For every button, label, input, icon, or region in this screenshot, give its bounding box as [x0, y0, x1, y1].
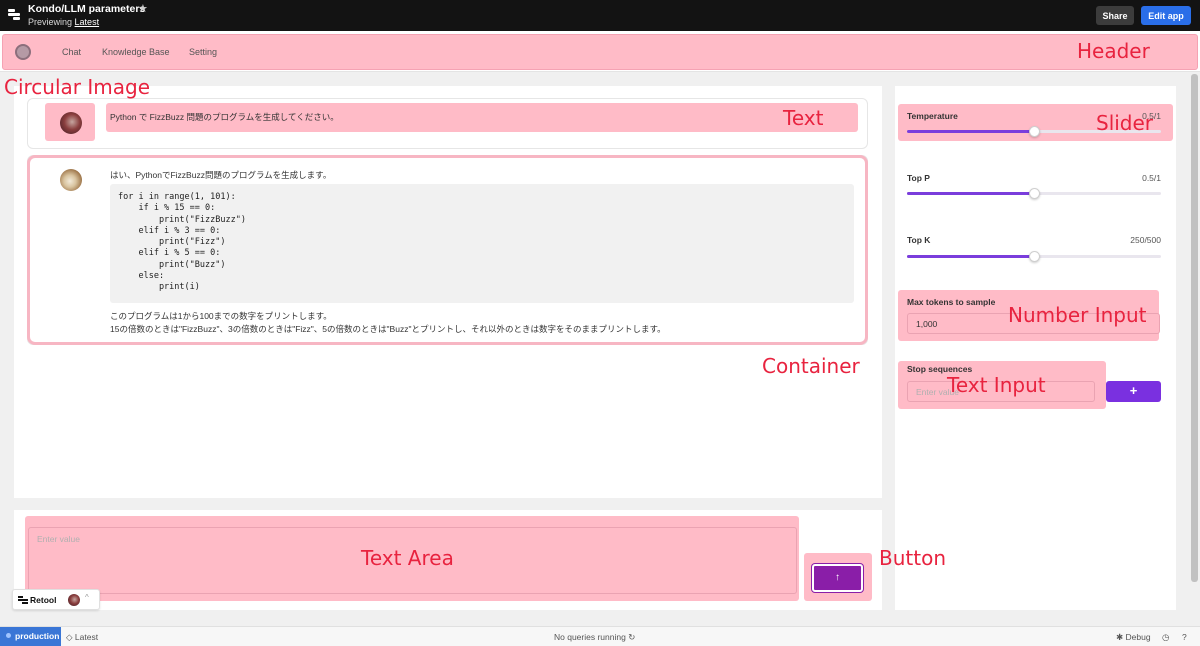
status-bar: production ◇ Latest No queries running ↻…	[0, 626, 1200, 646]
temperature-label: Temperature	[907, 111, 958, 121]
annotation-button: Button	[879, 546, 946, 570]
top-p-slider-thumb[interactable]	[1029, 188, 1040, 199]
preview-status: Previewing Latest	[28, 17, 99, 27]
debug-button[interactable]: ✱ Debug	[1116, 632, 1151, 643]
annotation-circular-image: Circular Image	[4, 75, 151, 99]
app-header: Chat Knowledge Base Setting	[0, 31, 1200, 72]
preview-version-link[interactable]: Latest	[75, 17, 100, 27]
page-scrollbar[interactable]	[1189, 72, 1200, 626]
share-button[interactable]: Share	[1096, 6, 1134, 25]
app-top-bar: Kondo/LLM parameters ★ Previewing Latest…	[0, 0, 1200, 31]
bug-icon: ✱	[1116, 632, 1124, 642]
top-k-slider-thumb[interactable]	[1029, 251, 1040, 262]
top-k-slider-fill	[907, 255, 1034, 258]
edit-app-button[interactable]: Edit app	[1141, 6, 1191, 25]
chevron-up-icon: ^	[85, 593, 89, 602]
scrollbar-thumb[interactable]	[1191, 74, 1198, 582]
annotation-slider: Slider	[1096, 111, 1154, 135]
send-button[interactable]: ↑	[812, 564, 863, 592]
annotation-text-area: Text Area	[361, 546, 454, 570]
header-highlight	[2, 34, 1198, 70]
query-status-text: No queries running	[554, 632, 626, 642]
version-tag[interactable]: ◇ Latest	[66, 632, 98, 643]
user-avatar-small	[68, 594, 80, 606]
bot-outro-text-2: 15の倍数のときは"FizzBuzz"、3の倍数のときは"Fizz"、5の倍数の…	[110, 324, 666, 334]
bot-outro-text-1: このプログラムは1から100までの数字をプリントします。	[110, 311, 332, 321]
tag-icon: ◇	[66, 632, 73, 642]
preview-prefix: Previewing	[28, 17, 73, 27]
annotation-header: Header	[1077, 39, 1150, 63]
nav-item-knowledge-base[interactable]: Knowledge Base	[102, 47, 170, 57]
top-k-label: Top K	[907, 235, 931, 245]
retool-label: Retool	[30, 595, 57, 605]
top-k-value: 250/500	[1130, 235, 1161, 245]
refresh-icon[interactable]: ↻	[628, 632, 635, 642]
top-k-slider[interactable]	[907, 251, 1161, 262]
add-stop-sequence-button[interactable]: +	[1106, 381, 1161, 402]
code-block: for i in range(1, 101): if i % 15 == 0: …	[110, 184, 854, 303]
retool-logo-icon	[8, 9, 20, 21]
temperature-slider-fill	[907, 130, 1034, 133]
nav-item-setting[interactable]: Setting	[189, 47, 217, 57]
query-status: No queries running ↻	[554, 632, 635, 643]
max-tokens-value: 1,000	[916, 318, 938, 329]
bot-avatar	[60, 169, 82, 191]
user-avatar	[60, 112, 82, 134]
app-title: Kondo/LLM parameters	[28, 3, 146, 15]
bot-intro-text: はい、PythonでFizzBuzz問題のプログラムを生成します。	[110, 170, 332, 180]
parameters-panel	[895, 86, 1176, 610]
annotation-text-input: Text Input	[947, 373, 1046, 397]
top-p-label: Top P	[907, 173, 930, 183]
annotation-text: Text	[783, 106, 824, 130]
annotation-number-input: Number Input	[1008, 303, 1147, 327]
nav-item-chat[interactable]: Chat	[62, 47, 81, 57]
retool-logo-icon	[18, 596, 28, 605]
brand-logo-icon[interactable]	[15, 44, 31, 60]
star-icon[interactable]: ★	[138, 2, 148, 15]
max-tokens-label: Max tokens to sample	[907, 297, 996, 307]
top-p-slider-fill	[907, 192, 1034, 195]
environment-label: production	[15, 631, 60, 641]
debug-label: Debug	[1125, 632, 1151, 642]
top-p-value: 0.5/1	[1142, 173, 1161, 183]
user-message-text: Python で FizzBuzz 問題のプログラムを生成してください。	[110, 112, 339, 122]
temperature-slider-thumb[interactable]	[1029, 126, 1040, 137]
version-label: Latest	[74, 632, 99, 642]
help-icon[interactable]: ?	[1182, 632, 1187, 642]
retool-badge[interactable]: Retool ^	[12, 589, 100, 610]
environment-badge[interactable]: production	[0, 627, 61, 646]
history-icon[interactable]: ◷	[1162, 632, 1169, 643]
arrow-up-icon: ↑	[835, 572, 840, 583]
annotation-container: Container	[762, 354, 860, 378]
top-p-slider[interactable]	[907, 188, 1161, 199]
